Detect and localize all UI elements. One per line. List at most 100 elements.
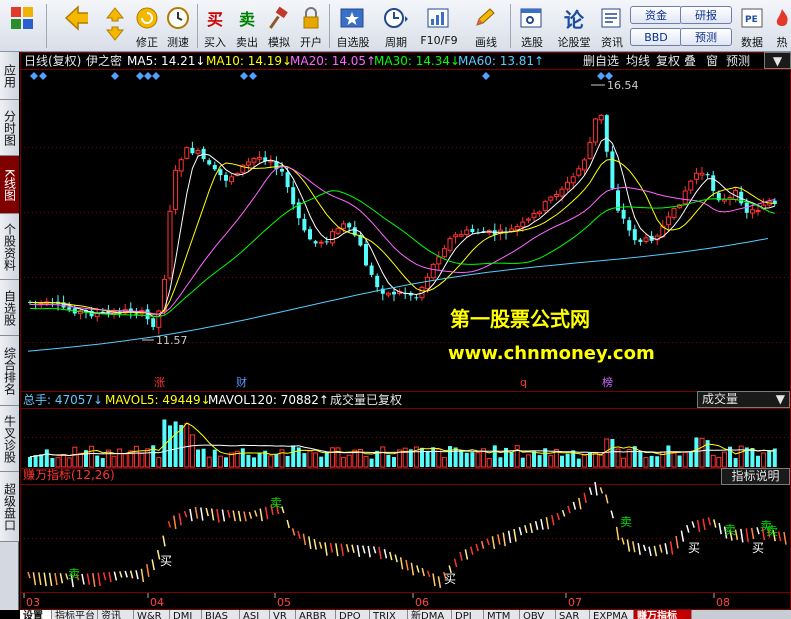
bottom-tab-1[interactable]: 指标平台 <box>52 610 98 619</box>
xiuzheng-button[interactable]: 修正 <box>132 2 162 50</box>
signal-label[interactable]: 卖 <box>68 567 80 581</box>
watchlist-button[interactable]: 自选股 <box>333 2 373 50</box>
f10-button[interactable]: F10/F9 <box>418 2 460 50</box>
ma-line <box>29 165 775 315</box>
volume-bar <box>168 425 172 467</box>
chart-area[interactable]: 日线(复权) 伊之密 MA5: 14.21↓ MA10: 14.19↓ MA20: … <box>20 52 791 610</box>
event-diamond[interactable] <box>152 72 160 80</box>
candle-body <box>587 141 593 159</box>
left-tab-kline[interactable]: K线图 <box>0 156 19 214</box>
bottom-tab-16[interactable]: EXPMA <box>590 610 634 619</box>
bottom-tab-10[interactable]: TRIX <box>370 610 408 619</box>
fire-icon <box>769 5 791 31</box>
back-button[interactable] <box>56 2 94 50</box>
simulate-button[interactable]: 模拟 <box>264 2 294 50</box>
event-diamond[interactable] <box>249 72 257 80</box>
left-tab-super-order[interactable]: 超级盘口 <box>0 472 19 542</box>
event-diamond[interactable] <box>240 72 248 80</box>
open-account-button[interactable]: 开户 <box>296 2 326 50</box>
signal-label[interactable]: 卖 <box>270 496 282 510</box>
signal-label[interactable]: 卖 <box>766 524 778 538</box>
indicator-mark <box>237 510 242 522</box>
data-button[interactable]: PE 数据 <box>737 2 767 50</box>
indicator-mark <box>113 571 118 581</box>
indicator-mark <box>351 544 355 553</box>
sell-button[interactable]: 卖 卖出 <box>232 2 262 50</box>
event-diamond[interactable] <box>597 72 605 80</box>
event-diamond[interactable] <box>144 72 152 80</box>
candle-body <box>329 231 335 244</box>
candle-body <box>167 210 173 279</box>
volume-bar <box>28 456 32 467</box>
info-button[interactable]: 资讯 <box>597 2 627 50</box>
bottom-tab-0[interactable]: 设置 <box>20 610 52 619</box>
bottom-tab-3[interactable]: W&R <box>134 610 170 619</box>
fupan-button[interactable] <box>4 2 40 50</box>
header-tool-2[interactable]: 复权 <box>656 54 680 68</box>
select-stock-button[interactable]: 选股 <box>514 2 550 50</box>
up-button[interactable] <box>100 2 130 50</box>
bottom-tab-7[interactable]: VR <box>270 610 296 619</box>
volume-bar <box>475 451 481 468</box>
candle-body <box>268 160 274 163</box>
volume-note: 成交量已复权 <box>330 392 402 407</box>
low-price-label: 11.57 <box>156 334 188 347</box>
bottom-tab-2[interactable]: 资讯 <box>98 610 134 619</box>
header-tool-4[interactable]: 窗 <box>706 54 718 68</box>
signal-label[interactable]: 买 <box>688 541 700 555</box>
left-tab-ranking[interactable]: 综合排名 <box>0 336 19 406</box>
bbd-pill[interactable]: BBD <box>630 28 682 46</box>
signal-label[interactable]: 买 <box>444 572 456 586</box>
forum-button[interactable]: 论 论股堂 <box>553 2 595 50</box>
indicator-mark <box>313 538 317 550</box>
bottom-tab-13[interactable]: MTM <box>484 610 520 619</box>
event-marker-zhang[interactable]: 涨 <box>154 376 165 389</box>
header-tool-3[interactable]: 叠 <box>684 54 696 68</box>
fund-pill[interactable]: 资金 <box>630 6 682 24</box>
bottom-tab-15[interactable]: SAR <box>556 610 590 619</box>
left-tab-watchlist[interactable]: 自选股 <box>0 280 19 336</box>
drawline-button[interactable]: 画线 <box>466 2 506 50</box>
event-diamond[interactable] <box>39 72 47 80</box>
cesu-button[interactable]: 测速 <box>163 2 193 50</box>
event-marker-bang[interactable]: 榜 <box>602 375 613 389</box>
event-diamond[interactable] <box>111 72 119 80</box>
bottom-tab-11[interactable]: 新DMA <box>408 610 452 619</box>
event-marker-cai[interactable]: 财 <box>236 375 247 389</box>
signal-label[interactable]: 买 <box>752 541 764 555</box>
header-tool-0[interactable]: 删自选 <box>583 54 619 68</box>
hot-button[interactable]: 热 <box>771 2 791 50</box>
indicator-mark <box>324 542 328 556</box>
back-arrow-icon <box>62 5 88 31</box>
bottom-tab-14[interactable]: OBV <box>520 610 556 619</box>
signal-label[interactable]: 卖 <box>724 523 736 537</box>
left-tab-stock-info[interactable]: 个股资料 <box>0 214 19 280</box>
volume-bar <box>61 453 67 468</box>
forecast-pill[interactable]: 预测 <box>680 28 732 46</box>
bottom-tab-6[interactable]: ASI <box>240 610 270 619</box>
left-tab-apps[interactable]: 应用 <box>0 52 19 100</box>
buy-button[interactable]: 买 买入 <box>200 2 230 50</box>
period-button[interactable]: 周期 <box>376 2 416 50</box>
kline-chart-svg[interactable]: 日线(复权) 伊之密 MA5: 14.21↓ MA10: 14.19↓MA20: … <box>20 52 791 610</box>
header-tool-5[interactable]: 预测 <box>726 54 750 68</box>
bottom-tab-17[interactable]: 赚万指标 <box>634 610 692 619</box>
event-diamond[interactable] <box>30 72 38 80</box>
volume-indicator-select[interactable]: 成交量 ▼ <box>697 391 790 408</box>
bottom-tab-12[interactable]: DPI <box>452 610 484 619</box>
bottom-tab-9[interactable]: DPO <box>336 610 370 619</box>
indicator-explain-button[interactable]: 指标说明 <box>721 468 790 485</box>
left-tab-diagnose[interactable]: 牛叉诊股 <box>0 406 19 472</box>
event-diamond[interactable] <box>482 72 490 80</box>
event-marker-q[interactable]: q <box>520 376 527 389</box>
research-pill[interactable]: 研报 <box>680 6 732 24</box>
bottom-tab-4[interactable]: DMI <box>170 610 202 619</box>
event-diamond[interactable] <box>136 72 144 80</box>
left-tab-timeshare[interactable]: 分时图 <box>0 100 19 156</box>
signal-label[interactable]: 买 <box>160 554 172 568</box>
bottom-tab-5[interactable]: BIAS <box>202 610 240 619</box>
header-menu-button[interactable]: ▼ <box>764 52 791 69</box>
header-tool-1[interactable]: 均线 <box>626 54 650 68</box>
bottom-tab-8[interactable]: ARBR <box>296 610 336 619</box>
signal-label[interactable]: 卖 <box>620 515 632 529</box>
